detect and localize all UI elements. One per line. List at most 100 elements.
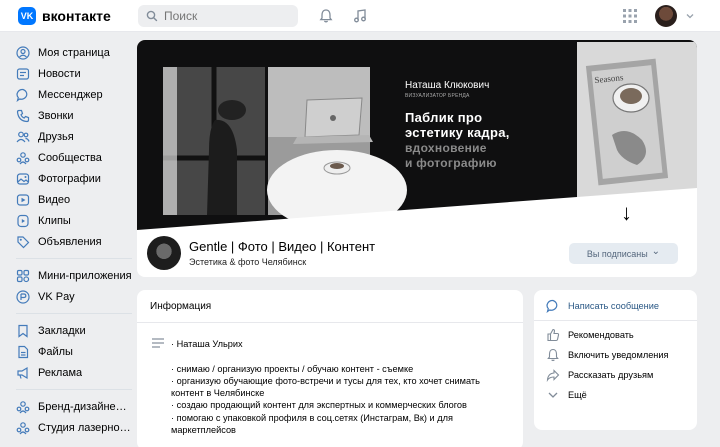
subscribed-label: Вы подписаны xyxy=(586,248,648,259)
cover-headline-line: эстетику кадра, xyxy=(405,125,510,140)
sidebar-item-label: VK Pay xyxy=(38,290,75,303)
search-box[interactable] xyxy=(138,5,298,27)
mini-apps-icon xyxy=(16,269,30,283)
cover-author-role: ВИЗУАЛИЗАТОР БРЕНДА xyxy=(405,93,470,99)
vk-logo[interactable]: VK вконтакте xyxy=(18,7,111,25)
search-input[interactable] xyxy=(164,9,284,23)
top-header: VK вконтакте xyxy=(0,0,720,32)
enable-notifications-action[interactable]: Включить уведомления xyxy=(534,345,697,365)
sidebar-item-laser-studio[interactable]: Студия лазерной ... xyxy=(16,417,132,438)
sidebar-item-label: Закладки xyxy=(38,324,86,337)
chat-bubble-icon xyxy=(16,88,30,102)
chevron-down-icon[interactable] xyxy=(680,6,700,26)
megaphone-icon xyxy=(16,366,30,380)
vk-logo-icon: VK xyxy=(18,7,36,25)
sidebar-divider xyxy=(16,313,132,314)
sidebar-item-bookmarks[interactable]: Закладки xyxy=(16,320,132,341)
sidebar-item-video[interactable]: Видео xyxy=(16,189,132,210)
notifications-bell-icon[interactable] xyxy=(316,6,336,26)
community-avatar[interactable] xyxy=(147,236,181,270)
sidebar-item-brand-designer[interactable]: Бренд-дизайнер - ... xyxy=(16,396,132,417)
sidebar-item-ads[interactable]: Реклама xyxy=(16,362,132,383)
action-label: Ещё xyxy=(568,390,587,400)
sidebar-item-friends[interactable]: Друзья xyxy=(16,126,132,147)
photo-icon xyxy=(16,172,30,186)
sidebar-item-classifieds[interactable]: Объявления xyxy=(16,231,132,252)
thumbs-up-icon xyxy=(546,328,560,342)
sidebar-item-label: Мессенджер xyxy=(38,88,103,101)
share-icon xyxy=(546,368,560,382)
sidebar-item-calls[interactable]: Звонки xyxy=(16,105,132,126)
user-circle-icon xyxy=(16,45,30,60)
sidebar-item-files[interactable]: Файлы xyxy=(16,341,132,362)
send-message-action[interactable]: Написать сообщение xyxy=(534,296,697,316)
cover-author-name: Наташа Клюкович xyxy=(405,80,490,91)
sidebar-item-label: Моя страница xyxy=(38,46,110,59)
more-action[interactable]: Ещё xyxy=(534,385,697,405)
action-divider xyxy=(534,320,697,321)
vk-logo-text: вконтакте xyxy=(42,8,111,24)
cover-headline: Паблик про эстетику кадра, xyxy=(405,110,510,140)
arrow-down-icon: ↓ xyxy=(621,200,632,225)
clips-icon xyxy=(16,214,30,228)
sidebar-item-my-page[interactable]: Моя страница xyxy=(16,42,132,63)
sidebar-item-messenger[interactable]: Мессенджер xyxy=(16,84,132,105)
video-icon xyxy=(16,193,30,207)
sidebar-item-label: Бренд-дизайнер - ... xyxy=(38,400,132,413)
sidebar-item-photos[interactable]: Фотографии xyxy=(16,168,132,189)
action-label: Написать сообщение xyxy=(568,301,659,311)
community-title: Gentle | Фото | Видео | Контент xyxy=(189,239,376,254)
newspaper-icon xyxy=(16,67,30,81)
recommend-action[interactable]: Рекомендовать xyxy=(534,325,697,345)
sidebar-item-label: Файлы xyxy=(38,345,73,358)
sidebar-item-label: Объявления xyxy=(38,235,102,248)
info-line: · создаю продающий контент для экспертны… xyxy=(171,400,467,411)
avito-text: Avito xyxy=(642,407,692,430)
cover-subheadline-line: и фотографию xyxy=(405,156,497,170)
sidebar-item-clips[interactable]: Клипы xyxy=(16,210,132,231)
cover-subheadline-line: вдохновение xyxy=(405,141,487,155)
friends-icon xyxy=(16,130,30,144)
message-icon xyxy=(546,299,560,313)
info-line: · помогаю с упаковкой профиля в соц.сетя… xyxy=(171,412,453,423)
music-note-icon[interactable] xyxy=(350,6,370,26)
info-card: Информация · Наташа Ульрих · снимаю / ор… xyxy=(137,290,523,447)
sidebar-divider xyxy=(16,389,132,390)
info-line: · Наташа Ульрих xyxy=(171,339,243,349)
more-icon xyxy=(546,388,560,402)
sidebar-item-label: Сообщества xyxy=(38,151,102,164)
phone-icon xyxy=(16,109,30,123)
communities-icon xyxy=(16,400,30,414)
communities-icon xyxy=(16,421,30,435)
tell-friends-action[interactable]: Рассказать друзьям xyxy=(534,365,697,385)
cover-subheadline: вдохновение и фотографию xyxy=(405,141,497,171)
apps-grid-icon[interactable] xyxy=(620,6,640,26)
subscribed-button[interactable]: Вы подписаны ⌄ xyxy=(569,243,678,264)
info-line: · снимаю / организую проекты / обучаю ко… xyxy=(171,363,414,374)
sidebar-item-communities[interactable]: Сообщества xyxy=(16,147,132,168)
left-sidebar: Моя страница Новости Мессенджер Звонки Д… xyxy=(16,42,132,438)
file-icon xyxy=(16,345,30,359)
user-avatar[interactable] xyxy=(655,5,677,27)
sidebar-item-label: Звонки xyxy=(38,109,74,122)
communities-icon xyxy=(16,151,30,165)
text-lines-icon xyxy=(152,338,164,348)
bookmark-icon xyxy=(16,324,30,338)
info-heading: Информация xyxy=(150,301,212,312)
info-line: маркетплейсов xyxy=(171,425,236,436)
sidebar-item-news[interactable]: Новости xyxy=(16,63,132,84)
info-line: · организую обучающие фото-встречи и тус… xyxy=(171,375,480,386)
sidebar-item-label: Фотографии xyxy=(38,172,101,185)
cover-image: Seasons Наташа Клюкович ВИЗУАЛИЗАТОР БРЕ… xyxy=(137,40,697,230)
sidebar-item-label: Новости xyxy=(38,67,81,80)
sidebar-divider xyxy=(16,258,132,259)
sidebar-item-mini-apps[interactable]: Мини-приложения xyxy=(16,265,132,286)
sidebar-item-label: Студия лазерной ... xyxy=(38,421,132,434)
vk-pay-icon xyxy=(16,289,30,304)
bell-icon xyxy=(546,348,560,362)
sidebar-item-label: Клипы xyxy=(38,214,71,227)
info-description: · Наташа Ульрих · снимаю / организую про… xyxy=(171,338,511,436)
sidebar-item-vk-pay[interactable]: VK Pay xyxy=(16,286,132,307)
tag-icon xyxy=(16,235,30,249)
info-line: контент в Челябинске xyxy=(171,388,265,399)
